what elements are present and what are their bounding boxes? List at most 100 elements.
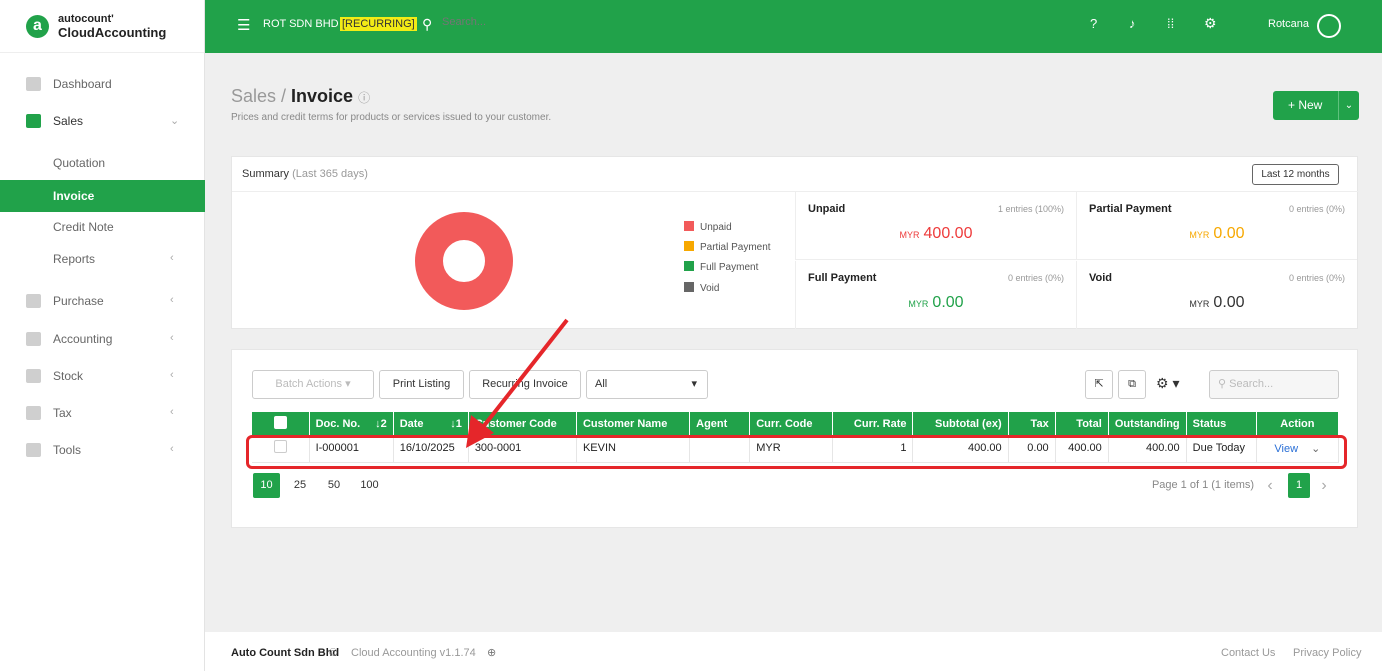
col-outstanding[interactable]: Outstanding [1108, 412, 1187, 435]
legend-void: Void [684, 282, 719, 294]
prev-page-icon[interactable]: ‹ [1262, 473, 1278, 498]
chevron-left-icon: ‹ [170, 443, 174, 455]
brand-line2: CloudAccounting [58, 25, 167, 40]
privacy-policy-link[interactable]: Privacy Policy [1293, 647, 1361, 659]
sidebar-item-sales[interactable]: Sales ⌄ [0, 105, 205, 137]
col-doc-no[interactable]: Doc. No. ↓2 [309, 412, 394, 435]
help-icon[interactable]: ? [1090, 16, 1097, 31]
page-title: Sales / Invoice ⓘ [231, 86, 371, 106]
sidebar-item-credit-note[interactable]: Credit Note [0, 211, 205, 243]
stat-partial: Partial Payment 0 entries (0%) MYR 0.00 [1076, 192, 1357, 260]
columns-icon[interactable]: ⧉ [1118, 370, 1146, 399]
col-customer-name[interactable]: Customer Name [576, 412, 691, 435]
global-search-input[interactable] [442, 16, 642, 28]
invoice-list-card: Batch Actions ▾ Print Listing Recurring … [231, 349, 1358, 528]
col-tax[interactable]: Tax [1008, 412, 1056, 435]
sidebar-item-quotation[interactable]: Quotation [0, 147, 205, 179]
col-agent[interactable]: Agent [689, 412, 751, 435]
wrench-icon [26, 443, 41, 457]
sidebar-item-reports[interactable]: Reports ‹ [0, 243, 205, 275]
purchase-icon [26, 294, 41, 308]
globe-icon[interactable]: ⊕ [487, 646, 496, 659]
search-icon: ⚲ [422, 16, 433, 32]
accounting-icon [26, 332, 41, 346]
contact-us-link[interactable]: Contact Us [1221, 647, 1275, 659]
page-size-25[interactable]: 25 [290, 473, 310, 498]
chevron-left-icon: ‹ [170, 252, 174, 264]
page-size-100[interactable]: 100 [357, 473, 382, 498]
footer-version: Cloud Accounting v1.1.74 [351, 647, 476, 659]
company-name[interactable]: ROT SDN BHD [263, 18, 339, 30]
dashboard-icon [26, 77, 41, 91]
page-subtitle: Prices and credit terms for products or … [231, 112, 552, 123]
chevron-left-icon: ‹ [170, 332, 174, 344]
col-customer-code[interactable]: Customer Code [468, 412, 577, 435]
page-1[interactable]: 1 [1288, 473, 1310, 498]
sidebar-item-stock[interactable]: Stock ‹ [0, 360, 205, 392]
sidebar-item-tools[interactable]: Tools ‹ [0, 434, 205, 466]
hamburger-menu-icon[interactable]: ☰ [237, 16, 250, 34]
stat-full: Full Payment 0 entries (0%) MYR 0.00 [795, 261, 1076, 329]
sidebar-item-dashboard[interactable]: Dashboard [0, 68, 205, 100]
bell-icon[interactable]: ♪ [1129, 16, 1136, 31]
recurring-invoice-button[interactable]: Recurring Invoice [469, 370, 581, 399]
select-all-checkbox[interactable] [252, 412, 310, 435]
stat-unpaid: Unpaid 1 entries (100%) MYR 400.00 [795, 192, 1076, 260]
footer-company: Auto Count Sdn Bhd [231, 647, 340, 659]
sales-icon [26, 114, 41, 128]
brand-logo[interactable]: a autocount' CloudAccounting [0, 0, 204, 53]
apps-grid-icon[interactable]: ⁞⁞ [1167, 16, 1174, 31]
chevron-down-icon: ⌄ [170, 115, 180, 127]
avatar[interactable] [1317, 14, 1341, 38]
col-curr-code[interactable]: Curr. Code [749, 412, 834, 435]
range-button[interactable]: Last 12 months [1252, 164, 1339, 185]
col-subtotal[interactable]: Subtotal (ex) [912, 412, 1009, 435]
tax-icon [26, 406, 41, 420]
pagination-info: Page 1 of 1 (1 items) [1151, 479, 1255, 491]
stock-icon [26, 369, 41, 383]
new-invoice-button[interactable]: + New ⌄ [1273, 91, 1359, 120]
next-page-icon[interactable]: › [1316, 473, 1332, 498]
summary-title: Summary (Last 365 days) [242, 168, 368, 180]
summary-card: Summary (Last 365 days) Last 12 months U… [231, 156, 1359, 329]
stat-void: Void 0 entries (0%) MYR 0.00 [1076, 261, 1357, 329]
sidebar-item-accounting[interactable]: Accounting ‹ [0, 323, 205, 355]
col-curr-rate[interactable]: Curr. Rate [832, 412, 914, 435]
autocount-logo-icon: a [26, 14, 49, 38]
main-content: Sales / Invoice ⓘ Prices and credit term… [205, 53, 1382, 671]
chevron-left-icon: ‹ [170, 406, 174, 418]
col-date[interactable]: Date ↓1 [393, 412, 469, 435]
recurring-badge: [RECURRING] [340, 17, 417, 31]
col-total[interactable]: Total [1055, 412, 1109, 435]
highlight-box [246, 435, 1347, 469]
sidebar: a autocount' CloudAccounting Dashboard S… [0, 0, 205, 671]
page-size-10[interactable]: 10 [253, 473, 280, 498]
gear-icon[interactable]: ⚙ [1204, 15, 1217, 32]
footer-copyright: © [329, 647, 338, 659]
print-listing-button[interactable]: Print Listing [379, 370, 464, 399]
brand-line1: autocount' [58, 13, 114, 25]
chevron-down-icon: ⌄ [1344, 100, 1354, 111]
top-bar: ☰ ROT SDN BHD [RECURRING] ⚲ ? ♪ ⁞⁞ ⚙ Rot… [205, 0, 1382, 53]
export-icon[interactable]: ⇱ [1085, 370, 1113, 399]
table-search-input[interactable]: ⚲ Search... [1209, 370, 1339, 399]
sidebar-item-invoice[interactable]: Invoice [0, 180, 205, 212]
sidebar-item-tax[interactable]: Tax ‹ [0, 397, 205, 429]
col-action: Action [1256, 412, 1340, 435]
legend-unpaid: Unpaid [684, 221, 732, 233]
help-circle-icon: ⓘ [358, 91, 371, 105]
chevron-left-icon: ‹ [170, 369, 174, 381]
chevron-left-icon: ‹ [170, 294, 174, 306]
batch-actions-button[interactable]: Batch Actions ▾ [252, 370, 374, 399]
footer: Auto Count Sdn Bhd © Cloud Accounting v1… [205, 632, 1382, 671]
col-status[interactable]: Status [1186, 412, 1257, 435]
unpaid-slice [415, 212, 513, 310]
user-name[interactable]: Rotcana [1268, 18, 1309, 30]
summary-donut-chart [415, 212, 513, 310]
caret-down-icon: ▾ [691, 378, 697, 390]
settings-gear-icon[interactable]: ⚙ ▾ [1156, 375, 1179, 392]
legend-full: Full Payment [684, 261, 758, 273]
page-size-50[interactable]: 50 [324, 473, 344, 498]
status-filter-select[interactable]: All ▾ [586, 370, 708, 399]
sidebar-item-purchase[interactable]: Purchase ‹ [0, 285, 205, 317]
